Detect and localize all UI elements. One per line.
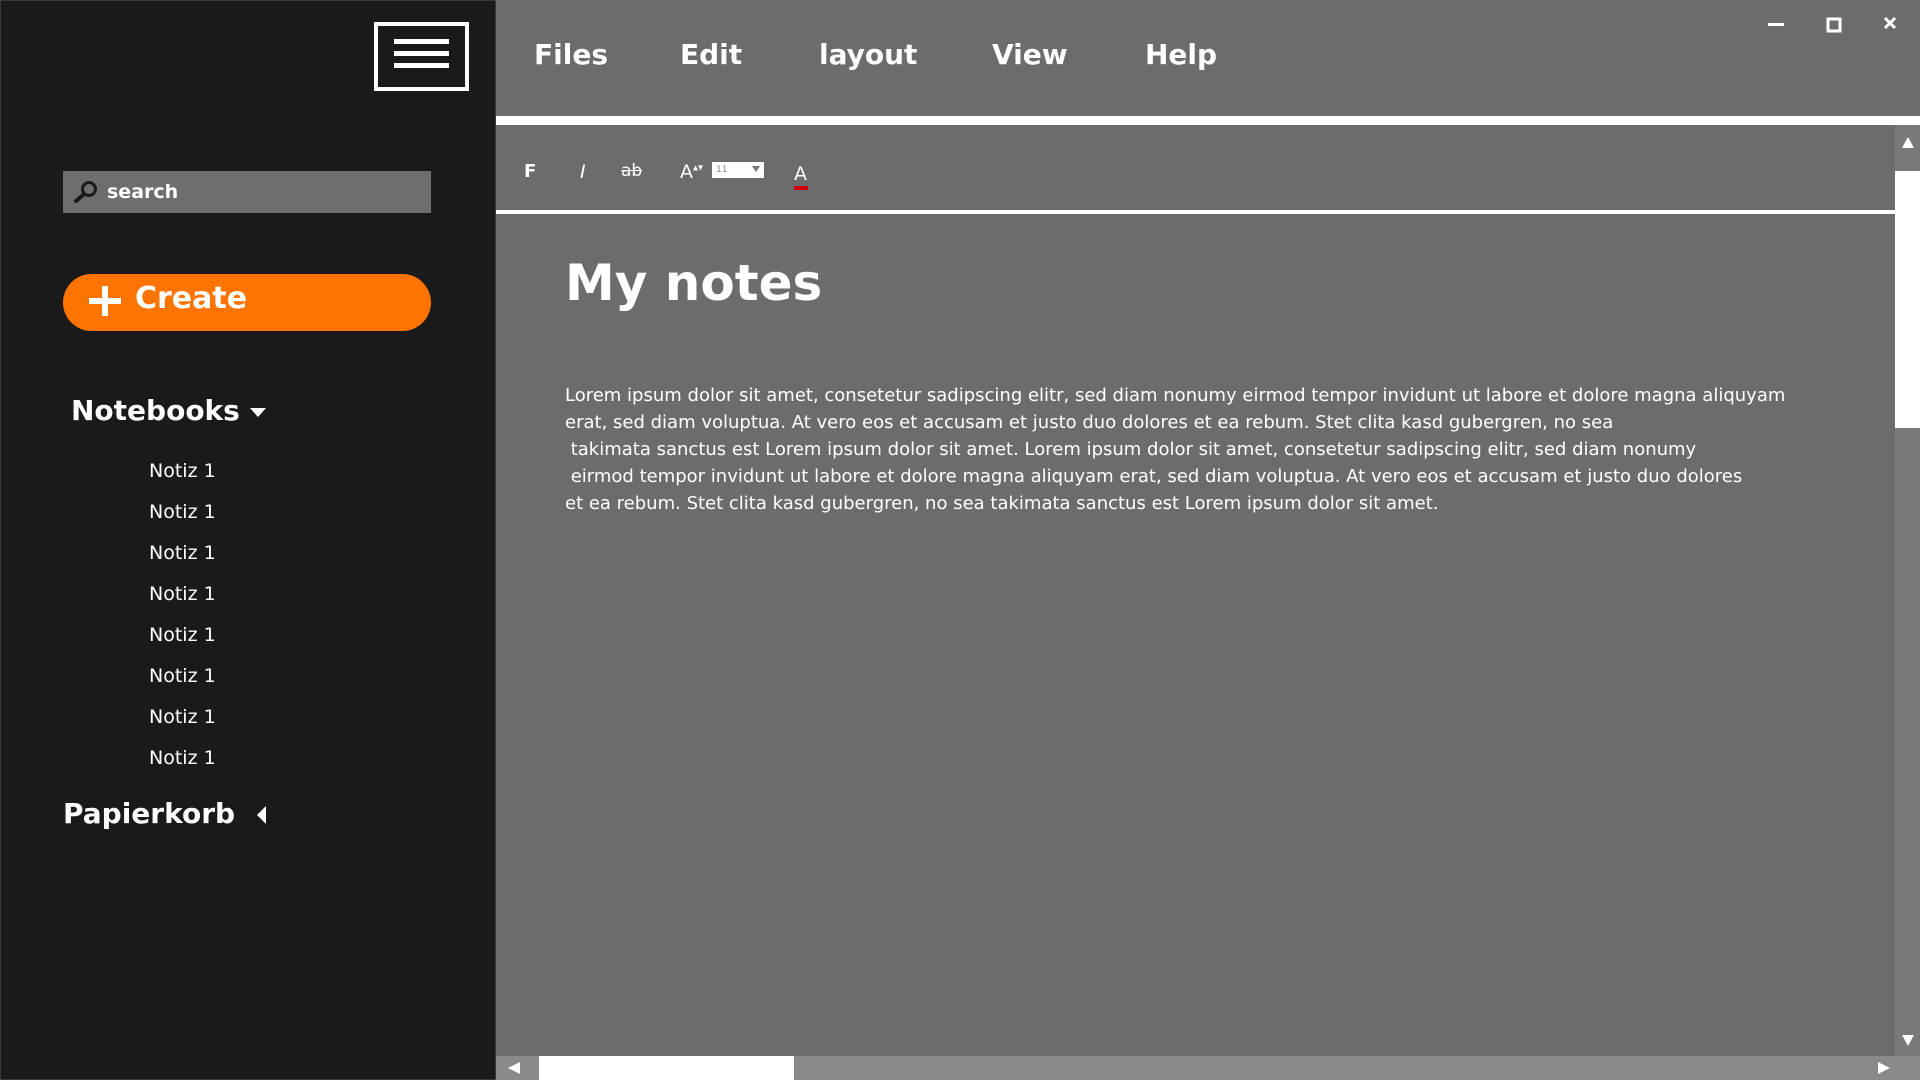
- font-size-select[interactable]: 11: [712, 162, 764, 178]
- note-body-line: Lorem ipsum dolor sit amet, consetetur s…: [565, 385, 1786, 406]
- font-size-icon-letter: A: [680, 161, 693, 183]
- font-size-icon[interactable]: A▴▾: [680, 161, 703, 183]
- notebooks-header[interactable]: Notebooks: [71, 394, 266, 427]
- horizontal-scroll-thumb[interactable]: [539, 1056, 794, 1080]
- note-item[interactable]: Notiz 1: [149, 701, 216, 742]
- font-size-arrows-icon: ▴▾: [693, 162, 704, 174]
- menu-help[interactable]: Help: [1145, 38, 1217, 71]
- search-box[interactable]: [63, 171, 431, 213]
- font-size-value: 11: [716, 165, 728, 175]
- format-toolbar: F I ab A▴▾ 11 A: [496, 125, 1895, 210]
- note-item[interactable]: Notiz 1: [149, 742, 216, 783]
- trash-label: Papierkorb: [63, 797, 236, 830]
- note-body[interactable]: Lorem ipsum dolor sit amet, consetetur s…: [565, 382, 1795, 517]
- app-window: Create Notebooks Notiz 1 Notiz 1 Notiz 1…: [0, 0, 1920, 1080]
- note-item[interactable]: Notiz 1: [149, 660, 216, 701]
- hamburger-icon-bar: [394, 63, 449, 68]
- italic-button[interactable]: I: [580, 161, 586, 183]
- note-item[interactable]: Notiz 1: [149, 496, 216, 537]
- create-button-label: Create: [135, 281, 248, 316]
- scroll-left-icon[interactable]: [508, 1062, 520, 1074]
- scroll-down-icon[interactable]: [1902, 1035, 1914, 1046]
- search-icon: [74, 181, 97, 203]
- scroll-up-icon[interactable]: [1902, 137, 1914, 148]
- menu-bar: Files Edit layout View Help: [496, 0, 1920, 117]
- sidebar: Create Notebooks Notiz 1 Notiz 1 Notiz 1…: [0, 0, 496, 1080]
- chevron-left-icon: [257, 806, 267, 824]
- note-title[interactable]: My notes: [565, 254, 822, 312]
- note-item[interactable]: Notiz 1: [149, 537, 216, 578]
- plus-icon: [89, 284, 121, 316]
- vertical-scroll-thumb[interactable]: [1895, 171, 1920, 428]
- scroll-right-icon[interactable]: [1878, 1062, 1890, 1074]
- chevron-down-icon: [249, 407, 266, 417]
- create-button[interactable]: Create: [63, 274, 431, 331]
- note-item[interactable]: Notiz 1: [149, 619, 216, 660]
- strikethrough-button[interactable]: ab: [621, 161, 642, 181]
- menu-edit[interactable]: Edit: [680, 38, 742, 71]
- hamburger-icon-bar: [394, 51, 449, 56]
- menu-view[interactable]: View: [992, 38, 1068, 71]
- dropdown-caret-icon: [752, 166, 760, 172]
- menu-files[interactable]: Files: [534, 38, 608, 71]
- hamburger-menu-button[interactable]: [374, 22, 469, 91]
- font-color-letter: A: [794, 163, 807, 185]
- vertical-scrollbar[interactable]: [1895, 125, 1920, 1056]
- note-editor[interactable]: My notes Lorem ipsum dolor sit amet, con…: [496, 214, 1895, 1056]
- bold-button[interactable]: F: [524, 161, 536, 182]
- font-color-button[interactable]: A: [794, 163, 808, 190]
- note-body-line: takimata sanctus est Lorem ipsum dolor s…: [565, 439, 1697, 460]
- notebooks-label: Notebooks: [71, 394, 240, 427]
- minimize-icon[interactable]: [1758, 12, 1794, 36]
- trash-header[interactable]: Papierkorb: [63, 797, 267, 830]
- maximize-icon[interactable]: [1816, 12, 1852, 36]
- menu-layout[interactable]: layout: [819, 38, 917, 71]
- note-item[interactable]: Notiz 1: [149, 578, 216, 619]
- menu-divider: [496, 116, 1920, 125]
- notes-list: Notiz 1 Notiz 1 Notiz 1 Notiz 1 Notiz 1 …: [149, 455, 216, 783]
- horizontal-scrollbar[interactable]: [496, 1056, 1920, 1080]
- note-body-line: et ea rebum. Stet clita kasd gubergren, …: [565, 493, 1439, 514]
- hamburger-icon: [394, 39, 449, 44]
- note-body-line: erat, sed diam voluptua. At vero eos et …: [565, 412, 1614, 433]
- note-item[interactable]: Notiz 1: [149, 455, 216, 496]
- close-icon[interactable]: [1872, 12, 1908, 36]
- search-input[interactable]: [107, 171, 423, 213]
- note-body-line: eirmod tempor invidunt ut labore et dolo…: [565, 466, 1743, 487]
- font-color-swatch: [794, 186, 808, 190]
